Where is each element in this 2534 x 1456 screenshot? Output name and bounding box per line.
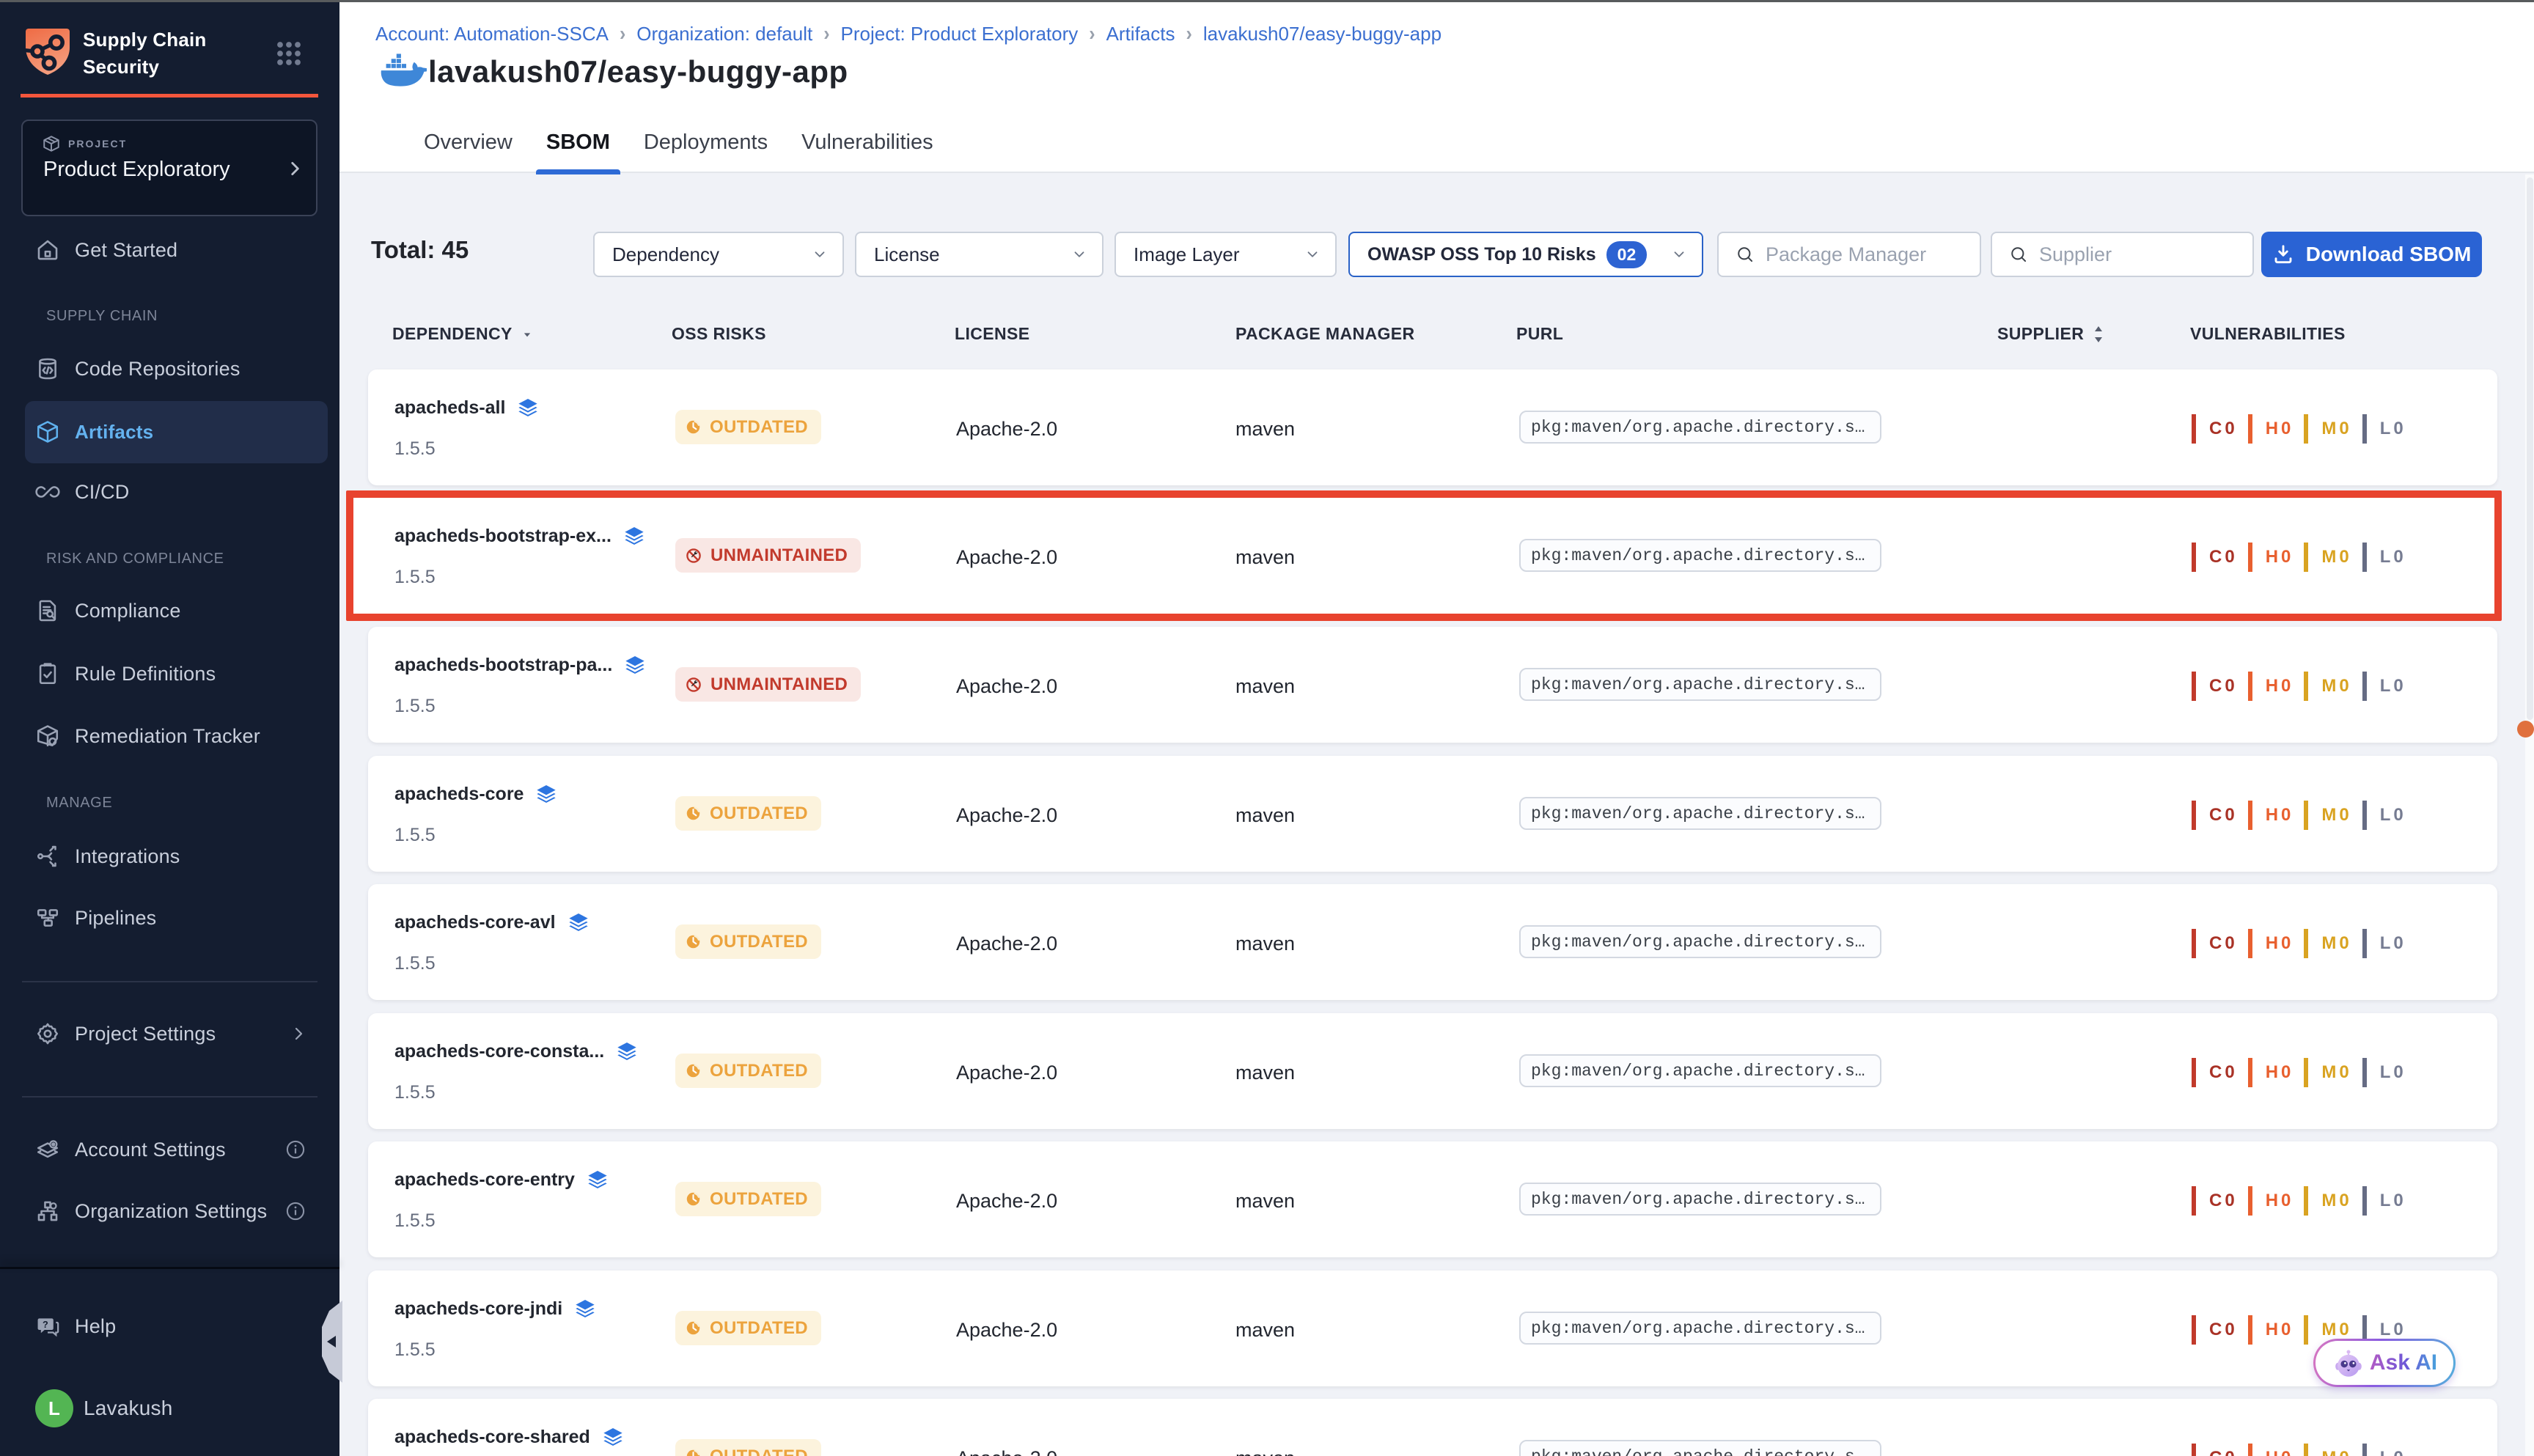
svg-text:?: ? — [43, 1319, 48, 1330]
